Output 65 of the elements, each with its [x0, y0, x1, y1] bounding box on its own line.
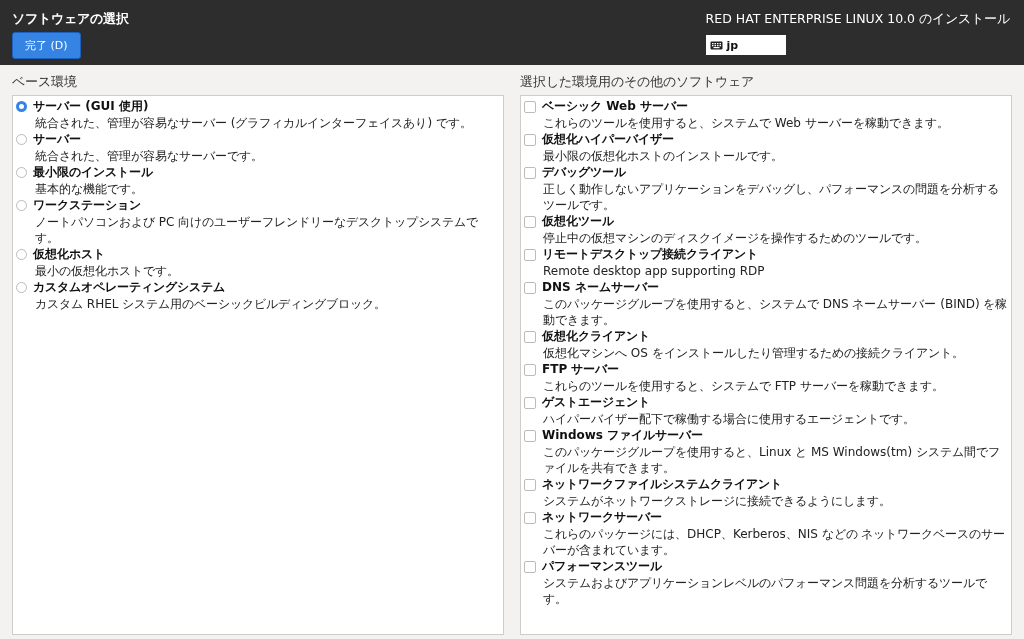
option-name[interactable]: リモートデスクトップ接続クライアント [542, 246, 758, 263]
checkbox[interactable] [524, 100, 536, 113]
option-description: ノートパソコンおよび PC 向けのユーザーフレンドリーなデスクトップシステムです。 [34, 214, 480, 246]
option-description: これらのツールを使用すると、システムで Web サーバーを稼動できます。 [542, 115, 950, 131]
option-name[interactable]: ワークステーション [33, 197, 141, 214]
option-name[interactable]: 仮想化ツール [542, 213, 614, 230]
option-name[interactable]: FTP サーバー [542, 361, 620, 378]
option-description: ハイパーバイザー配下で稼働する場合に使用するエージェントです。 [542, 411, 916, 427]
checkbox[interactable] [524, 511, 536, 524]
option-description: 基本的な機能です。 [34, 181, 144, 197]
option-name[interactable]: DNS ネームサーバー [542, 279, 659, 296]
checkbox[interactable] [524, 429, 536, 442]
radio-button[interactable] [16, 282, 27, 293]
radio-button[interactable] [16, 167, 27, 178]
option-name[interactable]: ネットワークサーバー [542, 509, 662, 526]
option-description: このパッケージグループを使用すると、システムで DNS ネームサーバー (BIND) を稼動できます。 [542, 296, 1008, 328]
option-description: 仮想化マシンへ OS をインストールしたり管理するための接続クライアント。 [542, 345, 965, 361]
option-name[interactable]: サーバー [33, 131, 81, 148]
product-title: RED HAT ENTERPRISE LINUX 10.0 のインストール [705, 11, 1010, 28]
radio-button[interactable] [16, 101, 27, 112]
option-name[interactable]: 最小限のインストール [33, 164, 153, 181]
done-button[interactable]: 完了 (D) [12, 32, 81, 59]
option-description: 最小の仮想化ホストです。 [34, 263, 180, 279]
checkbox[interactable] [524, 330, 536, 343]
option-name[interactable]: ベーシック Web サーバー [542, 98, 688, 115]
option-description: カスタム RHEL システム用のベーシックビルディングブロック。 [34, 296, 388, 312]
checkbox[interactable] [524, 215, 536, 228]
keyboard-layout-field[interactable]: jp [705, 35, 786, 55]
option-name[interactable]: 仮想化クライアント [542, 328, 650, 345]
checkbox[interactable] [524, 478, 536, 491]
option-name[interactable]: 仮想化ホスト [33, 246, 105, 263]
checkbox[interactable] [524, 281, 536, 294]
section-heading: 選択した環境用のその他のソフトウェア [520, 73, 755, 91]
checkbox[interactable] [524, 560, 536, 573]
radio-button[interactable] [16, 134, 27, 145]
option-description: 統合された、管理が容易なサーバー (グラフィカルインターフェイスあり) です。 [34, 115, 473, 131]
option-name[interactable]: Windows ファイルサーバー [542, 427, 704, 444]
checkbox[interactable] [524, 248, 536, 261]
option-description: システムおよびアプリケーションレベルのパフォーマンス問題を分析するツールです。 [542, 575, 988, 607]
radio-button[interactable] [16, 200, 27, 211]
page-title: ソフトウェアの選択 [12, 10, 129, 28]
option-description: 停止中の仮想マシンのディスクイメージを操作するためのツールです。 [542, 230, 928, 246]
checkbox[interactable] [524, 133, 536, 146]
option-description: Remote desktop app supporting RDP [542, 263, 766, 279]
option-name[interactable]: サーバー (GUI 使用) [33, 98, 149, 115]
checkbox[interactable] [524, 363, 536, 376]
checkbox[interactable] [524, 396, 536, 409]
option-description: このパッケージグループを使用すると、Linux と MS Windows(tm) システム間でファイルを共有できます。 [542, 444, 1001, 476]
option-name[interactable]: パフォーマンスツール [542, 558, 662, 575]
option-description: これらのパッケージには、DHCP、Kerberos、NIS などの ネットワークベースのサーバーが含まれています。 [542, 526, 1007, 558]
option-description: 統合された、管理が容易なサーバーです。 [34, 148, 264, 164]
option-name[interactable]: カスタムオペレーティングシステム [33, 279, 225, 296]
keyboard-icon [709, 40, 723, 50]
section-heading: ベース環境 [12, 73, 78, 91]
keyboard-layout-value: jp [726, 38, 739, 52]
radio-button[interactable] [16, 249, 27, 260]
option-name[interactable]: ゲストエージェント [542, 394, 650, 411]
checkbox[interactable] [524, 166, 536, 179]
option-description: 最小限の仮想化ホストのインストールです。 [542, 148, 784, 164]
option-name[interactable]: 仮想化ハイパーバイザー [542, 131, 674, 148]
option-name[interactable]: ネットワークファイルシステムクライアント [542, 476, 782, 493]
option-description: システムがネットワークストレージに接続できるようにします。 [542, 493, 892, 509]
option-description: これらのツールを使用すると、システムで FTP サーバーを稼動できます。 [542, 378, 945, 394]
option-name[interactable]: デバッグツール [542, 164, 626, 181]
option-description: 正しく動作しないアプリケーションをデバッグし、パフォーマンスの問題を分析するツールです。 [542, 181, 1000, 213]
